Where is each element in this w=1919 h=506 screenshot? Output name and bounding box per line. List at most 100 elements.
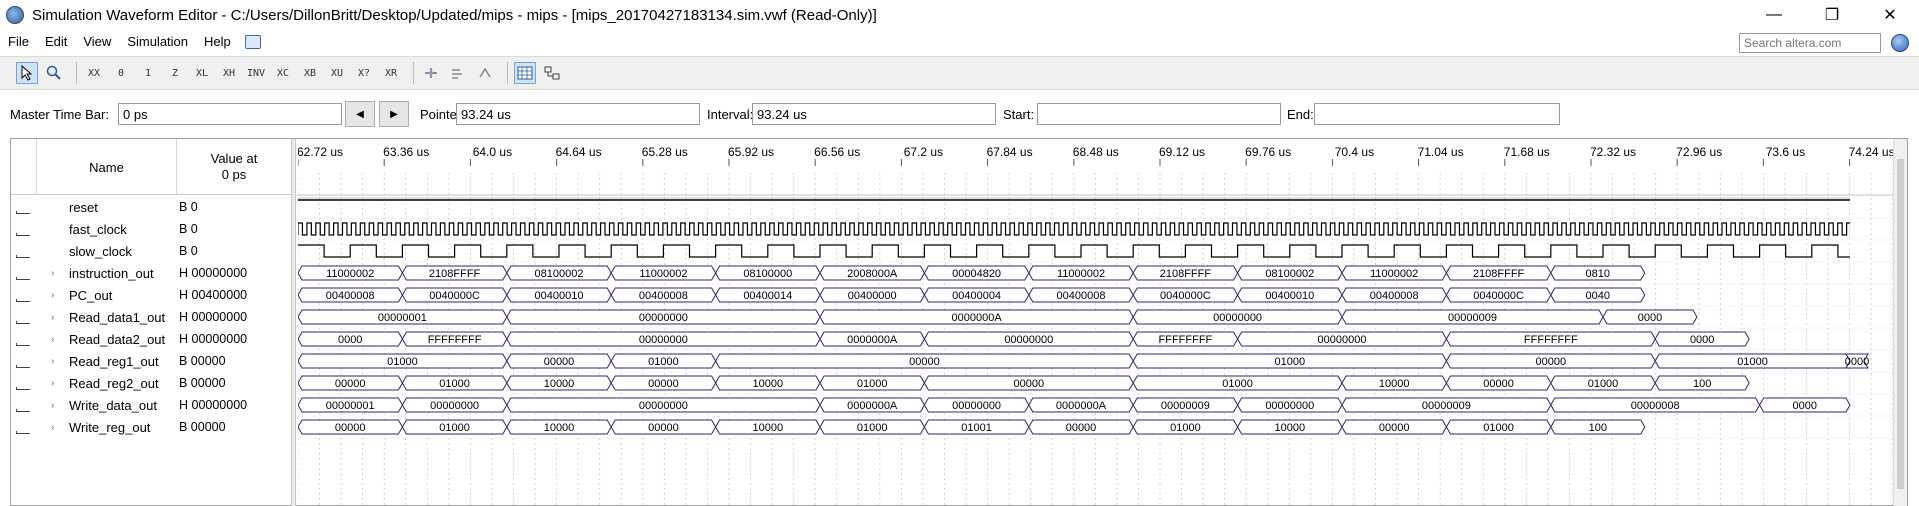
- signal-name: reset: [69, 199, 98, 215]
- signal-row[interactable]: fast_clock B 0: [11, 218, 291, 240]
- force-low-icon[interactable]: 0: [110, 62, 132, 84]
- expand-arrow-icon[interactable]: ›: [51, 400, 54, 411]
- menu-view[interactable]: View: [75, 30, 119, 54]
- count-value-icon[interactable]: XC: [272, 62, 294, 84]
- io-column-header: [11, 139, 37, 195]
- signal-row[interactable]: reset B 0: [11, 196, 291, 218]
- bus-value-label: 0000: [1793, 400, 1817, 412]
- force-weak-high-icon[interactable]: XH: [218, 62, 240, 84]
- expand-arrow-icon[interactable]: ›: [51, 268, 54, 279]
- signal-row[interactable]: slow_clock B 0: [11, 240, 291, 262]
- zoom-tool-icon[interactable]: [43, 62, 65, 84]
- signal-row[interactable]: › Write_data_out H 00000000: [11, 394, 291, 416]
- end-input[interactable]: [1314, 103, 1560, 125]
- time-tick-label: 72.32 us: [1590, 145, 1636, 159]
- restore-button[interactable]: ❐: [1803, 0, 1861, 30]
- start-input[interactable]: [1037, 103, 1281, 125]
- bus-value-label: 00000000: [1265, 400, 1314, 412]
- bus-value-label: 0040000C: [429, 290, 480, 302]
- sort-icon[interactable]: [447, 62, 469, 84]
- arbitrary-value-icon[interactable]: XR: [380, 62, 402, 84]
- app-icon: [6, 6, 24, 24]
- bus-value-label: 2008000A: [847, 268, 898, 280]
- bus-value-label: 11000002: [1370, 268, 1418, 280]
- menu-simulation[interactable]: Simulation: [119, 30, 196, 54]
- signal-value: H 00000000: [179, 332, 248, 346]
- bus-value-label: 00400008: [1370, 290, 1419, 302]
- toolbar: XX 0 1 Z XL XH INV XC XB XU X? XR: [0, 56, 1919, 90]
- expand-arrow-icon[interactable]: ›: [51, 290, 54, 301]
- signal-row[interactable]: › Read_data1_out H 00000000: [11, 306, 291, 328]
- bus-value-label: 00400008: [326, 290, 375, 302]
- force-unknown-icon[interactable]: XX: [83, 62, 105, 84]
- time-tick-label: 71.68 us: [1504, 145, 1550, 159]
- expand-arrow-icon[interactable]: ›: [51, 356, 54, 367]
- scrollbar-thumb[interactable]: [1897, 159, 1904, 489]
- globe-help-icon[interactable]: [1891, 34, 1909, 52]
- signal-row[interactable]: › PC_out H 00400000: [11, 284, 291, 306]
- invert-icon[interactable]: INV: [245, 62, 267, 84]
- bus-value-label: 11000002: [1057, 268, 1105, 280]
- time-tick-label: 65.28 us: [642, 145, 688, 159]
- bus-value-label: 2108FFFF: [1160, 268, 1212, 280]
- signal-row[interactable]: › Read_data2_out H 00000000: [11, 328, 291, 350]
- signal-row[interactable]: › Read_reg2_out B 00000: [11, 372, 291, 394]
- vertical-scrollbar[interactable]: [1893, 139, 1907, 506]
- next-transition-button[interactable]: ▶: [379, 101, 409, 127]
- snap-to-grid-icon[interactable]: [420, 62, 442, 84]
- reorder-icon[interactable]: [474, 62, 496, 84]
- panel-splitter[interactable]: [291, 139, 296, 506]
- close-button[interactable]: ✕: [1861, 0, 1919, 30]
- group-icon[interactable]: [541, 62, 563, 84]
- bus-value-label: 00400014: [743, 290, 792, 302]
- time-tick-label: 71.04 us: [1418, 145, 1464, 159]
- bus-value-label: 10000: [544, 422, 575, 434]
- random-values-icon[interactable]: X?: [353, 62, 375, 84]
- force-clock-icon[interactable]: XB: [299, 62, 321, 84]
- bus-value-label: 10000: [753, 422, 784, 434]
- expand-arrow-icon[interactable]: ›: [51, 334, 54, 345]
- signal-list-header: Name Value at 0 ps: [11, 139, 291, 195]
- bus-value-label: 0000000A: [1056, 400, 1107, 412]
- bus-value-label: 100: [1693, 378, 1711, 390]
- bus-value-label: 100: [1589, 422, 1607, 434]
- search-input[interactable]: [1739, 33, 1881, 53]
- previous-transition-button[interactable]: ◀: [345, 101, 375, 127]
- value-column-header[interactable]: Value at 0 ps: [177, 139, 291, 195]
- expand-arrow-icon[interactable]: ›: [51, 422, 54, 433]
- menu-file[interactable]: File: [0, 30, 37, 54]
- bus-value-label: 00000001: [326, 400, 375, 412]
- signal-row[interactable]: › Write_reg_out B 00000: [11, 416, 291, 438]
- bus-value-label: 00000000: [639, 400, 688, 412]
- bus-value-label: 01000: [1222, 378, 1253, 390]
- force-high-icon[interactable]: 1: [137, 62, 159, 84]
- name-column-header[interactable]: Name: [37, 139, 177, 195]
- bus-value-label: 00004820: [952, 268, 1001, 280]
- signal-row[interactable]: › instruction_out H 00000000: [11, 262, 291, 284]
- bus-value-label: 00000009: [1448, 312, 1497, 324]
- bus-value-label: 01000: [439, 378, 470, 390]
- menu-help[interactable]: Help: [196, 30, 239, 54]
- output-pin-icon: [13, 352, 35, 370]
- waveform-canvas[interactable]: 62.72 us 63.36 us 64.0 us 64.64 us 65.28 us 6…: [298, 139, 1895, 506]
- interval-input[interactable]: [752, 103, 996, 125]
- master-time-bar-input[interactable]: [118, 103, 342, 125]
- waveform-area[interactable]: 62.72 us 63.36 us 64.0 us 64.64 us 65.28 us 6…: [298, 139, 1907, 506]
- feedback-icon[interactable]: [244, 35, 261, 49]
- expand-arrow-icon[interactable]: ›: [51, 378, 54, 389]
- pointer-input[interactable]: [456, 103, 700, 125]
- bus-value-label: 00000: [1379, 422, 1410, 434]
- menu-edit[interactable]: Edit: [37, 30, 75, 54]
- pointer-tool-icon[interactable]: [16, 62, 38, 84]
- signal-value: B 0: [179, 244, 198, 258]
- force-weak-low-icon[interactable]: XL: [191, 62, 213, 84]
- window-title: Simulation Waveform Editor - C:/Users/Di…: [32, 6, 877, 24]
- slow-clock-waveform: [298, 244, 1850, 258]
- minimize-button[interactable]: —: [1745, 0, 1803, 30]
- force-weak-unknown-icon[interactable]: XU: [326, 62, 348, 84]
- force-high-impedance-icon[interactable]: Z: [164, 62, 186, 84]
- signal-row[interactable]: › Read_reg1_out B 00000: [11, 350, 291, 372]
- grid-icon[interactable]: [514, 62, 536, 84]
- bus-value-label: 01000: [1737, 356, 1768, 368]
- expand-arrow-icon[interactable]: ›: [51, 312, 54, 323]
